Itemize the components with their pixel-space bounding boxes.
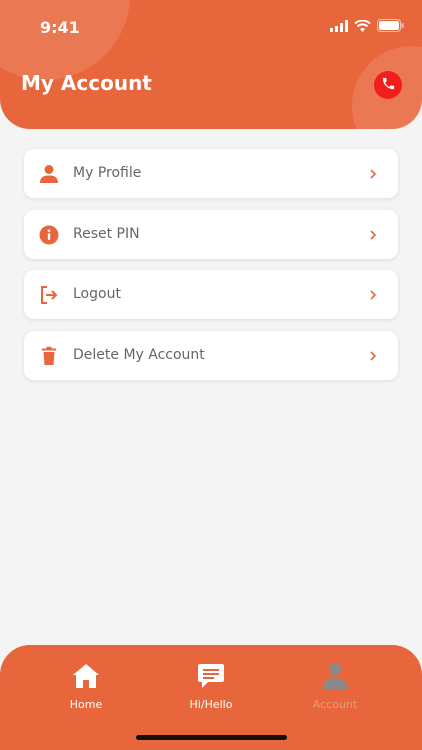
menu-item-label: My Profile (73, 165, 142, 181)
home-indicator (136, 735, 287, 740)
trash-icon (39, 346, 59, 366)
status-icons (330, 18, 404, 34)
person-icon (39, 164, 59, 184)
phone-icon (381, 76, 396, 95)
chevron-right-icon (368, 166, 378, 180)
menu-item-delete-account[interactable]: Delete My Account (24, 331, 398, 380)
menu-item-logout[interactable]: Logout (24, 270, 398, 319)
wifi-icon (354, 17, 371, 36)
chevron-right-icon (368, 348, 378, 362)
info-icon (39, 225, 59, 245)
decorative-bubble (0, 0, 130, 80)
tab-home[interactable]: Home (36, 661, 136, 721)
signal-icon (330, 17, 348, 36)
header: 9:41 My Account (0, 0, 422, 129)
status-time: 9:41 (40, 18, 80, 37)
menu-item-label: Logout (73, 286, 121, 302)
menu-item-reset-pin[interactable]: Reset PIN (24, 210, 398, 259)
battery-icon (377, 17, 404, 36)
home-icon (71, 661, 101, 691)
logout-icon (39, 285, 59, 305)
menu-item-my-profile[interactable]: My Profile (24, 149, 398, 198)
chat-icon (196, 661, 226, 691)
person-icon (320, 661, 350, 691)
chevron-right-icon (368, 287, 378, 301)
chevron-right-icon (368, 227, 378, 241)
page-title: My Account (21, 71, 152, 95)
tab-label: Account (312, 698, 358, 711)
menu-item-label: Reset PIN (73, 226, 140, 242)
tab-label: Hi/Hello (189, 698, 233, 711)
call-button[interactable] (374, 71, 402, 99)
menu-item-label: Delete My Account (73, 347, 205, 363)
tab-hi-hello[interactable]: Hi/Hello (161, 661, 261, 721)
tab-label: Home (69, 698, 103, 711)
tab-account[interactable]: Account (285, 661, 385, 721)
